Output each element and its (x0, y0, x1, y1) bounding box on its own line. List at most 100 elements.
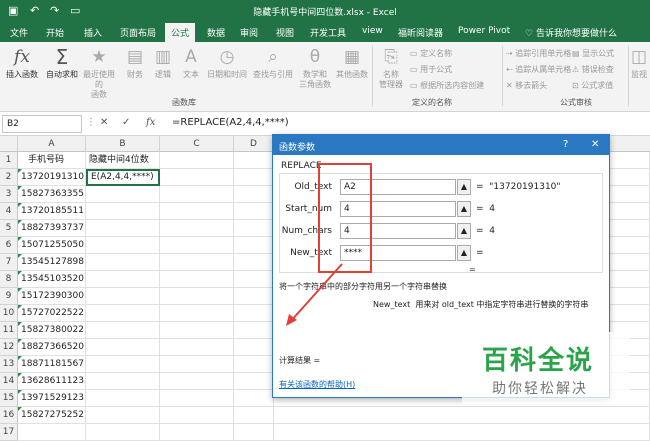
table-cell[interactable] (160, 186, 234, 203)
define-name-button[interactable]: ▭ 定义名称 (410, 48, 452, 59)
table-cell[interactable] (86, 220, 160, 237)
text-button[interactable]: A 文本 (178, 46, 204, 80)
table-cell[interactable] (160, 390, 234, 407)
table-cell[interactable] (160, 288, 234, 305)
row-header[interactable]: 1 (0, 152, 18, 169)
collapse-dialog-button[interactable]: ▲ (457, 223, 471, 239)
tab-view[interactable]: 视图 (276, 26, 294, 39)
use-in-formula-button[interactable]: ▭ 用于公式 (410, 64, 452, 75)
table-cell[interactable] (160, 322, 234, 339)
trace-precedents-button[interactable]: ⇢ 追踪引用单元格 (506, 48, 571, 59)
watch-window-button[interactable]: ◫ 监视 (628, 46, 650, 80)
table-cell[interactable] (86, 322, 160, 339)
name-box[interactable]: B2 (2, 115, 82, 133)
column-header-d[interactable]: D (234, 136, 274, 152)
table-cell[interactable] (234, 356, 274, 373)
row-header[interactable]: 13 (0, 356, 18, 373)
table-cell[interactable]: E(A2,4,4,****) (86, 169, 160, 186)
row-header[interactable]: 3 (0, 186, 18, 203)
table-cell[interactable] (86, 390, 160, 407)
enter-icon[interactable]: ✓ (122, 117, 130, 128)
column-header-b[interactable]: B (86, 136, 160, 152)
tab-formulas[interactable]: 公式 (165, 23, 196, 42)
table-cell[interactable]: 13545103520 (18, 271, 86, 288)
logical-button[interactable]: ▥ 逻辑 (150, 46, 176, 80)
table-cell[interactable] (234, 407, 274, 424)
table-cell[interactable] (160, 254, 234, 271)
table-cell[interactable]: 13545127898 (18, 254, 86, 271)
math-button[interactable]: θ 数学和 三角函数 (298, 46, 332, 90)
row-header[interactable]: 2 (0, 169, 18, 186)
column-header-c[interactable]: C (160, 136, 234, 152)
table-cell[interactable]: 15071255050 (18, 237, 86, 254)
tab-foxit[interactable]: 福昕阅读器 (398, 26, 443, 39)
row-header[interactable]: 8 (0, 271, 18, 288)
fx-icon[interactable]: fx (146, 117, 155, 128)
table-cell[interactable]: 手机号码 (18, 152, 86, 169)
tab-home[interactable]: 开始 (46, 26, 64, 39)
table-cell[interactable]: 15827380022 (18, 322, 86, 339)
error-check-button[interactable]: ⚠ 错误检查 (572, 64, 614, 75)
table-cell[interactable] (86, 407, 160, 424)
create-from-selection-button[interactable]: ▭ 根据所选内容创建 (410, 80, 484, 91)
row-header[interactable]: 14 (0, 373, 18, 390)
table-cell[interactable] (160, 271, 234, 288)
table-cell[interactable]: 13628611123 (18, 373, 86, 390)
table-cell[interactable]: 13971529123 (18, 390, 86, 407)
table-cell[interactable]: 13720185511 (18, 203, 86, 220)
row-header[interactable]: 7 (0, 254, 18, 271)
table-cell[interactable] (160, 305, 234, 322)
table-cell[interactable] (160, 220, 234, 237)
table-cell[interactable] (160, 237, 234, 254)
table-cell[interactable]: 13720191310 (18, 169, 86, 186)
row-header[interactable]: 4 (0, 203, 18, 220)
name-manager-button[interactable]: ⎘ 名称 管理器 (376, 46, 406, 90)
help-icon[interactable]: ? (563, 139, 568, 150)
financial-button[interactable]: ▤ 财务 (122, 46, 148, 80)
table-cell[interactable]: 18871181567 (18, 356, 86, 373)
table-cell[interactable] (86, 356, 160, 373)
row-header[interactable]: 5 (0, 220, 18, 237)
table-cell[interactable] (234, 390, 274, 407)
table-cell[interactable] (234, 339, 274, 356)
more-functions-button[interactable]: ▦ 其他函数 (334, 46, 370, 80)
table-cell[interactable] (234, 305, 274, 322)
cancel-icon[interactable]: ✕ (100, 117, 108, 128)
table-cell[interactable] (160, 169, 234, 186)
table-cell[interactable] (160, 356, 234, 373)
table-cell[interactable] (86, 271, 160, 288)
lookup-button[interactable]: ⌕ 查找与引用 (250, 46, 296, 80)
table-cell[interactable]: 15827363355 (18, 186, 86, 203)
function-help-link[interactable]: 有关该函数的帮助(H) (279, 379, 355, 390)
table-cell[interactable] (234, 373, 274, 390)
table-cell[interactable] (86, 373, 160, 390)
select-all-corner[interactable] (0, 136, 18, 152)
row-header[interactable]: 6 (0, 237, 18, 254)
table-cell[interactable] (234, 288, 274, 305)
table-cell[interactable] (86, 339, 160, 356)
table-cell[interactable] (234, 271, 274, 288)
remove-arrows-button[interactable]: ✕ 移去箭头 (506, 80, 547, 91)
table-cell[interactable] (86, 254, 160, 271)
tab-review[interactable]: 审阅 (240, 26, 258, 39)
row-header[interactable]: 16 (0, 407, 18, 424)
datetime-button[interactable]: ◷ 日期和时间 (204, 46, 250, 80)
tab-view-en[interactable]: view (362, 26, 383, 36)
dropdown-icon[interactable]: ⋮ (86, 117, 96, 128)
tab-page-layout[interactable]: 页面布局 (120, 26, 156, 39)
tab-developer[interactable]: 开发工具 (310, 26, 346, 39)
row-header[interactable]: 12 (0, 339, 18, 356)
table-cell[interactable] (86, 186, 160, 203)
table-cell[interactable]: 15827275252 (18, 407, 86, 424)
tab-data[interactable]: 数据 (207, 26, 225, 39)
column-header-a[interactable]: A (18, 136, 86, 152)
close-icon[interactable]: ✕ (591, 139, 599, 150)
tab-file[interactable]: 文件 (10, 26, 28, 39)
table-cell[interactable] (160, 339, 234, 356)
table-cell[interactable] (86, 237, 160, 254)
table-cell[interactable]: 18827366520 (18, 339, 86, 356)
table-cell[interactable] (86, 305, 160, 322)
insert-function-button[interactable]: fx 插入函数 (2, 46, 42, 80)
table-cell[interactable] (160, 407, 234, 424)
trace-dependents-button[interactable]: ⇠ 追踪从属单元格 (506, 64, 571, 75)
